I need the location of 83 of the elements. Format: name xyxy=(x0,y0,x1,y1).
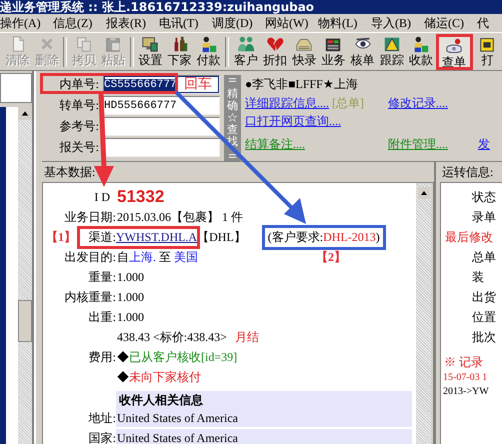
fee-status: ◆已从客户核收[id=39] xyxy=(117,350,238,364)
field-label: 最后修改 xyxy=(444,229,494,246)
field-label: 内核重量: xyxy=(64,288,116,306)
input-field[interactable]: HD555666777 xyxy=(103,96,220,115)
field-value: 2015.03.06【包裹】 1 件 xyxy=(116,208,244,226)
annotation-text: 【1】 xyxy=(46,228,77,246)
link[interactable]: 修改记录.... xyxy=(388,95,448,112)
field-value: 自上海. 至 美国 xyxy=(117,250,198,264)
scroll-thumb[interactable] xyxy=(18,300,32,342)
field-value: 1.000 xyxy=(116,268,145,286)
menu-item[interactable]: 储运(C) xyxy=(424,15,466,31)
annotation-text: 【2】 xyxy=(316,248,346,266)
field-label: 位置 xyxy=(471,309,497,326)
menu-item[interactable]: 操作(A) xyxy=(0,15,42,31)
field-label: 批次 xyxy=(471,329,497,346)
menu-item[interactable]: 电讯(T) xyxy=(159,15,201,31)
field-label: 出货 xyxy=(471,289,497,306)
input-field[interactable] xyxy=(103,138,220,157)
field-label: 装 xyxy=(471,269,485,286)
field-label: I D xyxy=(93,190,111,204)
record-id: 51332 xyxy=(116,187,166,207)
grip-icon xyxy=(228,153,237,159)
log-entry: 2013->YW xyxy=(442,385,490,399)
menu-item[interactable]: 调度(D) xyxy=(212,15,254,31)
input-field[interactable] xyxy=(103,117,220,136)
menu-item[interactable]: 代 xyxy=(477,15,502,31)
field-value: United States of America xyxy=(116,409,412,427)
field-label: 出发目的: xyxy=(64,248,116,266)
field-value: 1.000 xyxy=(116,288,145,306)
field-value: United States of America xyxy=(116,429,412,444)
field-label: 出重: xyxy=(88,308,116,326)
link[interactable]: YWHST.DHL.A xyxy=(116,230,198,244)
link[interactable]: 口打开网页查询.... xyxy=(245,113,341,130)
toolbar-button[interactable]: 查单 xyxy=(436,34,473,70)
broken-heart-icon xyxy=(266,34,284,52)
scroll-up-icon[interactable] xyxy=(418,187,430,199)
field-label: 重量: xyxy=(88,268,116,286)
menu-item[interactable]: 网站(W) xyxy=(265,15,307,31)
field-label: 总单 xyxy=(471,249,497,266)
fee-amount: 438.43 <标价:438.43> xyxy=(117,330,227,344)
link[interactable]: 详细跟踪信息.... xyxy=(245,95,329,112)
section-heading: 运转信息: xyxy=(441,164,494,181)
person-icon xyxy=(200,34,218,52)
section-header: 收件人相关信息 xyxy=(116,391,412,409)
field-label: 国家: xyxy=(88,430,116,444)
window-title: 递业务管理系统 :: 张上.18616712339:zuihangubao xyxy=(0,0,314,14)
menu-item[interactable]: 信息(Z) xyxy=(53,15,95,31)
telephone-icon xyxy=(445,36,464,54)
field-label: 地址: xyxy=(88,410,116,427)
scrollbar[interactable] xyxy=(18,107,32,444)
link[interactable]: 发 xyxy=(478,136,490,153)
field-label: 录单 xyxy=(471,209,497,226)
menu-item[interactable]: 导入(B) xyxy=(371,15,413,31)
monitor-icon xyxy=(141,34,160,52)
grip-icon xyxy=(228,77,237,83)
scroll-up-icon[interactable] xyxy=(18,107,32,120)
summary-text: ●李飞非■LFFF★上海 xyxy=(245,76,359,93)
annotation-text: 回车 xyxy=(183,76,213,92)
person-icon xyxy=(412,34,430,52)
tag-text: [总单] xyxy=(332,95,364,112)
log-heading: ※ 记录 xyxy=(443,354,484,371)
section-heading: 基本数据: xyxy=(43,164,96,181)
field-label: 参考号: xyxy=(58,118,100,135)
people-icon xyxy=(236,34,255,52)
triangle-icon xyxy=(382,34,401,52)
field-label: 报关号: xyxy=(58,139,100,156)
customer-request: (客户要求:DHL-2013) xyxy=(268,230,380,244)
payment-terms: 月结 xyxy=(234,330,259,344)
fee-status: ◆未向下家核付 xyxy=(117,370,201,384)
menu-item[interactable]: 物料(L) xyxy=(318,15,360,31)
field-label: 转单号: xyxy=(58,97,100,114)
log-entry: 15-07-03 1 xyxy=(442,371,488,385)
field-label: 费用: xyxy=(88,348,116,366)
copy-icon xyxy=(74,34,93,52)
scrollbar[interactable] xyxy=(416,183,433,444)
field-value: 1.000 xyxy=(116,308,145,326)
field-label: 业务日期: xyxy=(64,208,116,226)
field-label: 状态 xyxy=(471,189,497,206)
clipboard-icon xyxy=(104,34,122,52)
menu-item[interactable]: 报表(R) xyxy=(106,15,148,31)
field-value: 【DHL】 xyxy=(197,228,246,246)
field-label: 渠道: xyxy=(88,228,116,246)
field-label: 内单号: xyxy=(58,76,100,93)
